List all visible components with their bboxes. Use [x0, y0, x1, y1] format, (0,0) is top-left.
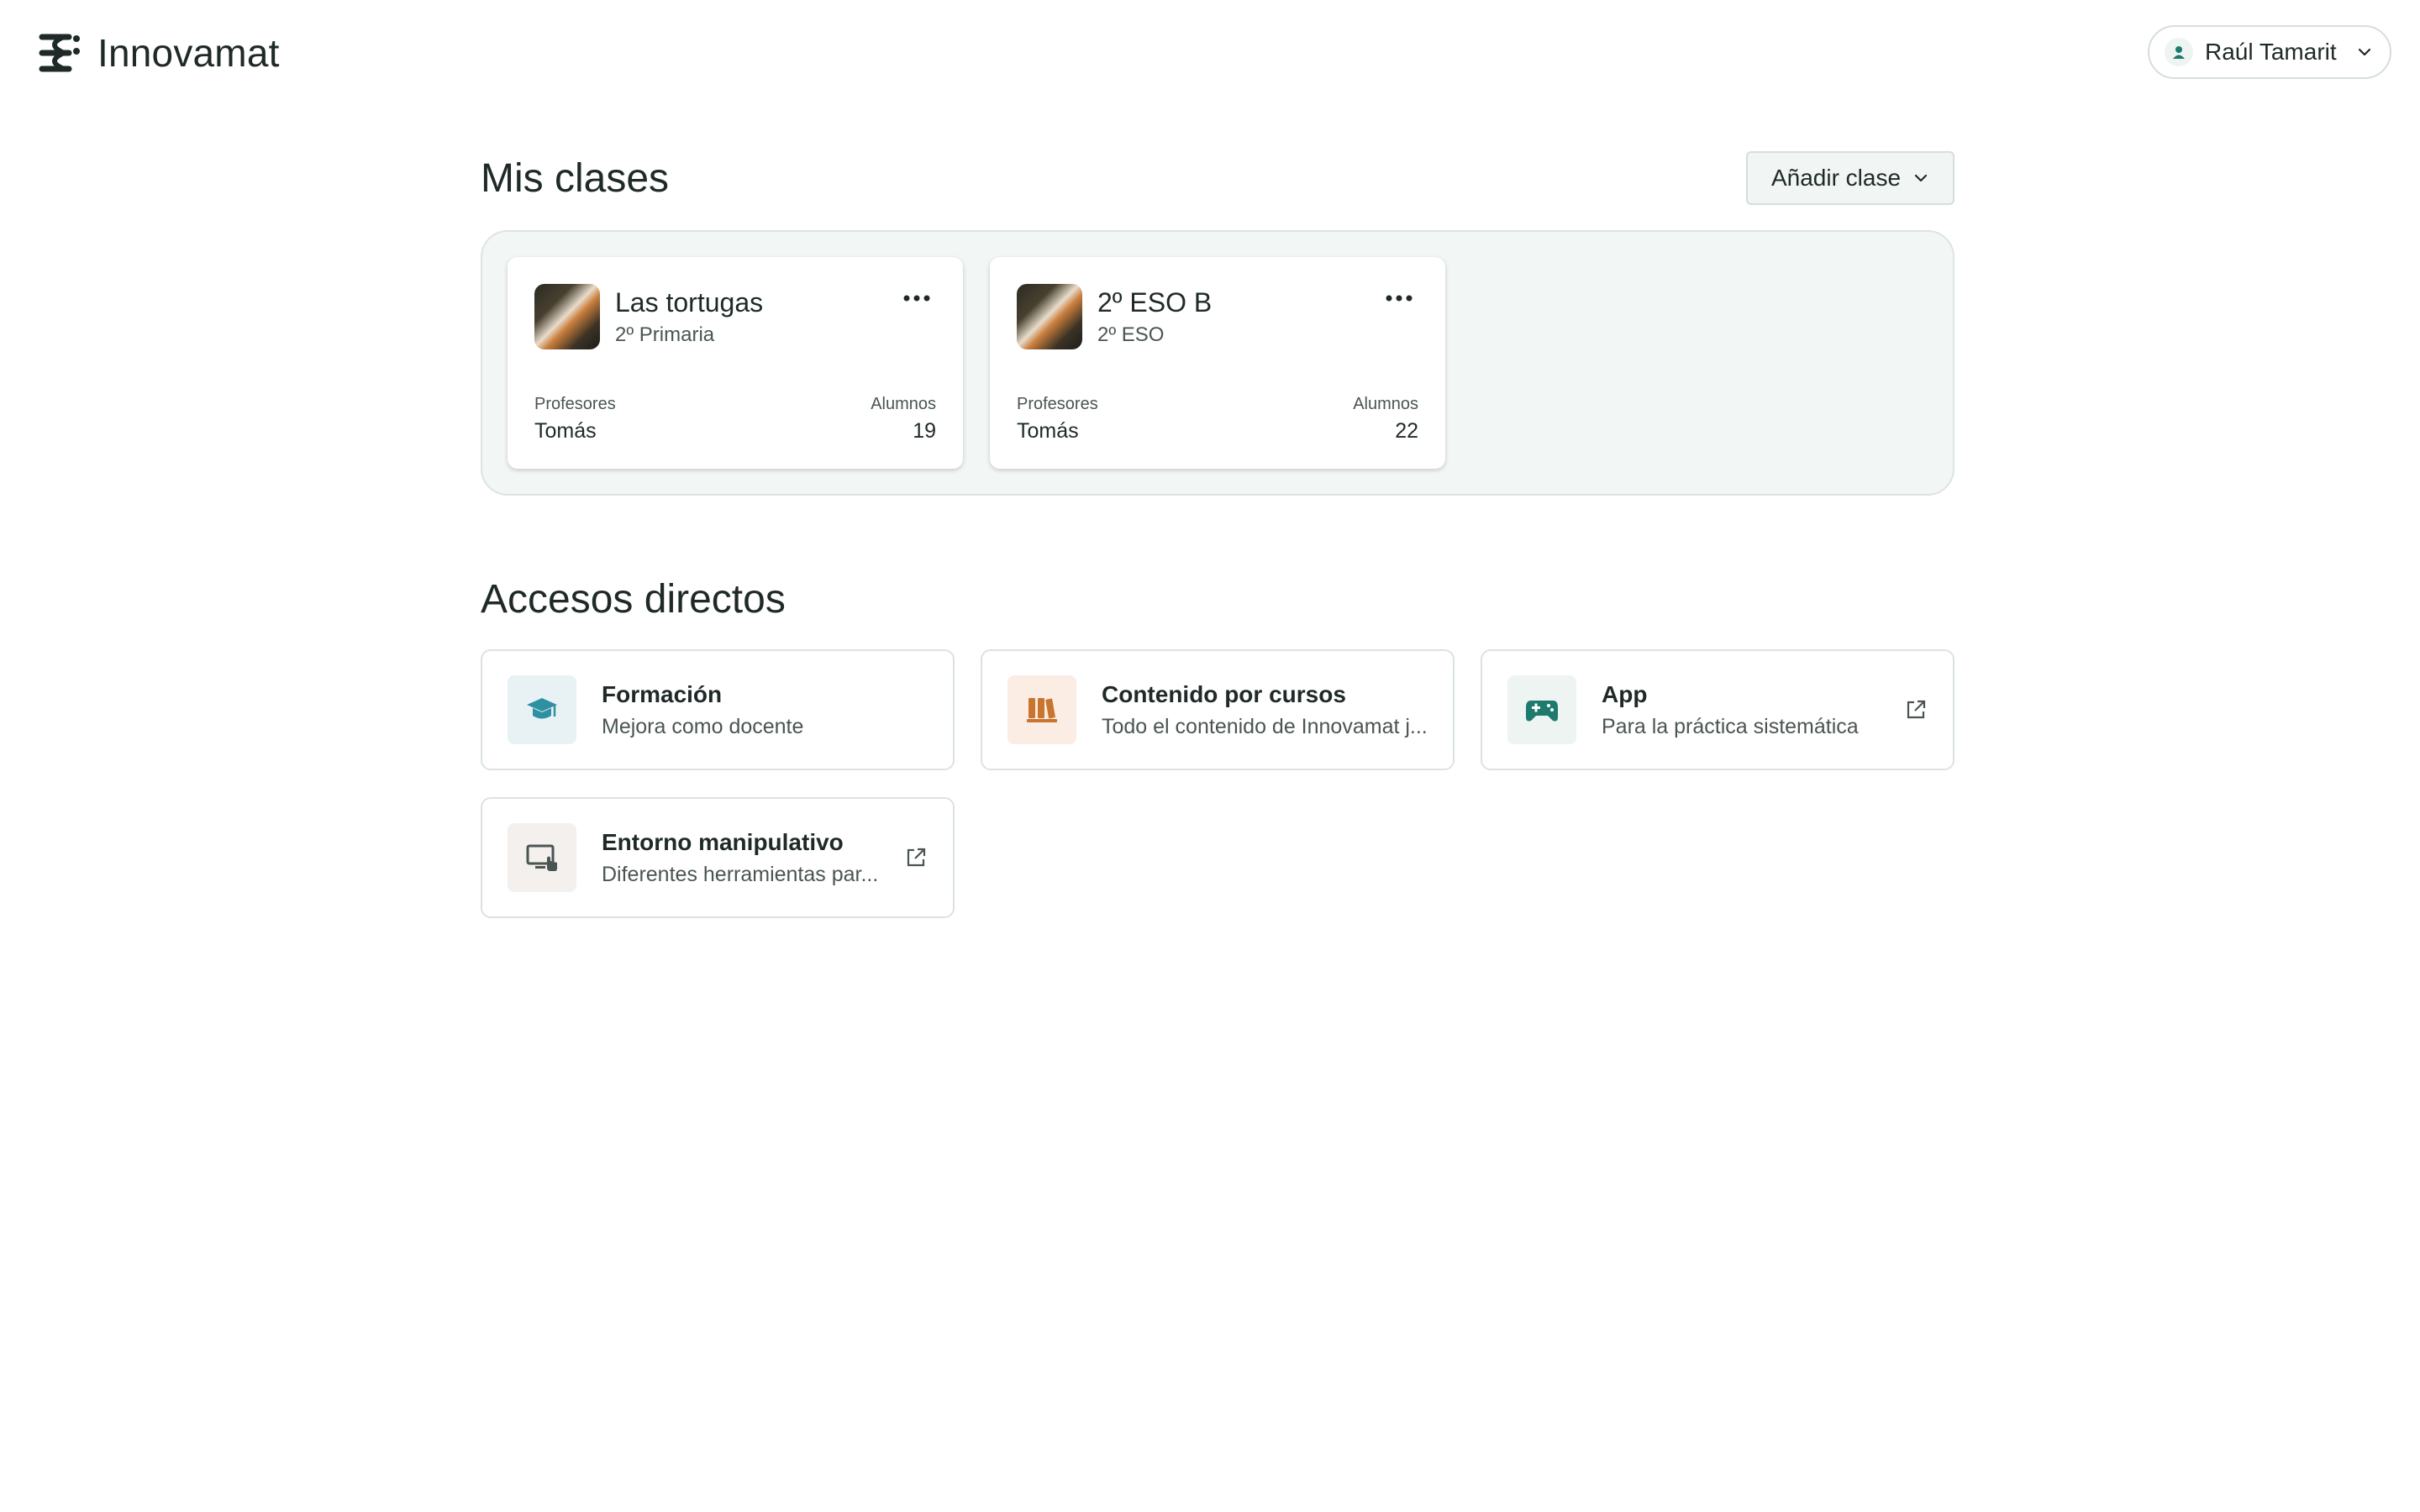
shortcut-title: Contenido por cursos — [1102, 680, 1346, 707]
shortcut-title: Entorno manipulativo — [602, 828, 844, 855]
classes-panel: Las tortugas 2º Primaria Profesores Tomá… — [481, 230, 1954, 496]
classes-title: Mis clases — [481, 155, 670, 201]
innovamat-logo-icon — [39, 34, 80, 72]
teachers-value: Tomás — [1017, 419, 1079, 443]
external-link-icon — [1907, 700, 1926, 719]
more-options-icon[interactable] — [1385, 292, 1413, 304]
students-label: Alumnos — [1353, 395, 1418, 413]
shortcut-entorno-manipulativo[interactable]: Entorno manipulativo Diferentes herramie… — [481, 797, 955, 918]
class-image — [534, 284, 600, 349]
shortcut-title: App — [1602, 680, 1648, 707]
students-count: 22 — [1395, 419, 1418, 443]
shortcut-contenido[interactable]: Contenido por cursos Todo el contenido d… — [981, 649, 1455, 770]
students-label: Alumnos — [871, 395, 936, 413]
user-icon — [2165, 38, 2193, 66]
add-class-label: Añadir clase — [1770, 165, 1902, 191]
shortcuts-section: Accesos directos Formación Mejora como d… — [481, 576, 1954, 918]
class-card[interactable]: Las tortugas 2º Primaria Profesores Tomá… — [508, 257, 963, 469]
shortcut-formacion[interactable]: Formación Mejora como docente — [481, 649, 955, 770]
gamepad-icon — [1507, 675, 1576, 744]
screen-touch-icon — [508, 823, 576, 892]
shortcuts-title: Accesos directos — [481, 577, 786, 622]
class-card[interactable]: 2º ESO B 2º ESO Profesores Tomás Alumnos… — [990, 257, 1445, 469]
shortcut-app[interactable]: App Para la práctica sistemática — [1481, 649, 1954, 770]
books-icon — [1007, 675, 1076, 744]
class-level: 2º ESO — [1097, 323, 1165, 346]
brand-name: Innovamat — [97, 31, 280, 75]
more-options-icon[interactable] — [902, 292, 931, 304]
classes-section: Mis clases Añadir clase Las tortugas 2º … — [481, 150, 1954, 496]
students-count: 19 — [913, 419, 936, 443]
shortcut-desc: Mejora como docente — [602, 714, 804, 738]
shortcut-desc: Todo el contenido de Innovamat j... — [1102, 714, 1428, 738]
teachers-label: Profesores — [1017, 395, 1098, 413]
class-name: Las tortugas — [615, 287, 764, 318]
user-name: Raúl Tamarit — [2205, 39, 2337, 65]
external-link-icon — [907, 848, 926, 867]
shortcut-title: Formación — [602, 680, 723, 707]
teachers-value: Tomás — [534, 419, 597, 443]
add-class-button[interactable]: Añadir clase — [1746, 151, 1954, 205]
class-level: 2º Primaria — [615, 323, 715, 346]
shortcut-desc: Diferentes herramientas par... — [602, 862, 879, 886]
class-name: 2º ESO B — [1097, 287, 1213, 318]
graduation-cap-icon — [508, 675, 576, 744]
chevron-down-icon — [2358, 48, 2371, 56]
user-menu-button[interactable]: Raúl Tamarit — [2148, 25, 2391, 79]
brand-logo[interactable]: Innovamat — [39, 30, 280, 76]
teachers-label: Profesores — [534, 395, 616, 413]
chevron-down-icon — [1914, 174, 1928, 182]
shortcut-desc: Para la práctica sistemática — [1602, 714, 1859, 738]
app-root: Innovamat Raúl Tamarit Mis clases Añadir… — [0, 0, 2420, 1512]
class-image — [1017, 284, 1082, 349]
